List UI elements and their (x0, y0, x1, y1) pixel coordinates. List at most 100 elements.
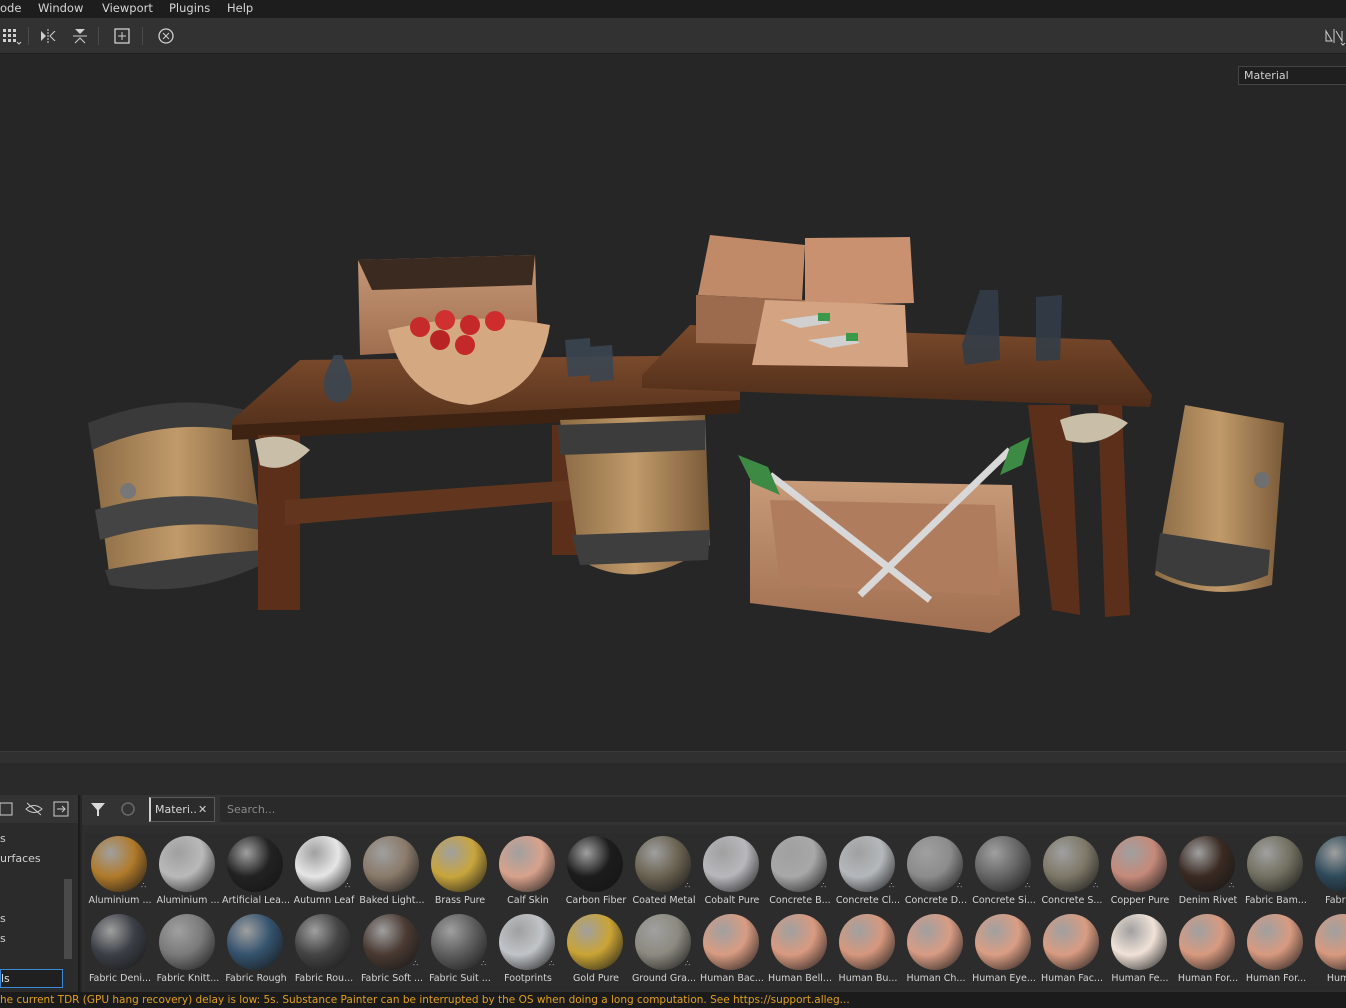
material-tile[interactable]: ∴ Coated Metal (630, 833, 698, 911)
material-label: Baked Light... (359, 895, 425, 906)
material-tile[interactable]: ∴ Concrete Si... (970, 833, 1038, 911)
filter-icon[interactable] (90, 801, 106, 821)
material-tile[interactable]: Human Bac... (698, 911, 766, 989)
barrel-right (1155, 405, 1284, 593)
material-tile[interactable]: ∴ Fabric Suit ... (426, 911, 494, 989)
material-tile[interactable]: Human (1310, 911, 1346, 989)
display-settings-button[interactable] (1322, 25, 1346, 47)
scene-render (88, 235, 1284, 633)
filter-chip[interactable]: Materi.. ✕ (149, 797, 215, 822)
material-tile[interactable]: Artificial Lea... (222, 833, 290, 911)
mirror-y-button[interactable] (68, 25, 92, 47)
menu-viewport[interactable]: Viewport (102, 1, 153, 15)
menu-help[interactable]: Help (227, 1, 253, 15)
material-label: Artificial Lea... (222, 895, 290, 906)
material-tile[interactable]: ∴ Fabric Soft ... (358, 911, 426, 989)
category-list: s urfaces s s (0, 829, 41, 949)
material-tile[interactable]: ∴ Ground Gra... (630, 911, 698, 989)
material-label: Human Fe... (1111, 973, 1169, 984)
material-tile[interactable]: Calf Skin (494, 833, 562, 911)
category-item[interactable]: s (0, 909, 41, 929)
reset-camera-button[interactable] (154, 25, 178, 47)
menu-plugins[interactable]: Plugins (169, 1, 210, 15)
material-preview-sphere (91, 914, 147, 970)
material-preview-sphere (1179, 914, 1235, 970)
grid-layout-button[interactable] (0, 25, 24, 47)
material-tile[interactable]: Human Bell... (766, 911, 834, 989)
material-tile[interactable]: Aluminium ... (154, 833, 222, 911)
shelf-toolbar: Materi.. ✕ Search... (82, 795, 1346, 825)
material-tile[interactable]: Gold Pure (562, 911, 630, 989)
procedural-icon: ∴ (413, 959, 419, 968)
material-preview-sphere (1247, 836, 1303, 892)
hide-icon[interactable] (24, 800, 44, 822)
material-tile[interactable]: Human Eye... (970, 911, 1038, 989)
material-preview-sphere (907, 914, 963, 970)
material-label: Fabric Deni... (88, 973, 152, 984)
material-preview-sphere (363, 836, 419, 892)
material-label: Concrete B... (769, 895, 831, 906)
material-tile[interactable]: Human Fe... (1106, 911, 1174, 989)
material-tile[interactable]: Fabric Deni... (86, 911, 154, 989)
category-item[interactable]: urfaces (0, 849, 41, 869)
material-tile[interactable]: Cobalt Pure (698, 833, 766, 911)
material-tile[interactable]: Brass Pure (426, 833, 494, 911)
material-tile[interactable]: Baked Light... (358, 833, 426, 911)
material-label: Gold Pure (573, 973, 619, 984)
material-preview-sphere (907, 836, 963, 892)
material-tile[interactable]: Fabric Knitt... (154, 911, 222, 989)
menu-mode[interactable]: ode (0, 1, 21, 15)
material-label: Concrete Si... (972, 895, 1036, 906)
category-item[interactable] (0, 889, 41, 909)
category-item[interactable]: s (0, 829, 41, 849)
material-tile[interactable]: Fabric Rough (222, 911, 290, 989)
3d-viewport[interactable]: Material (0, 55, 1346, 751)
material-tile[interactable]: ∴ Concrete B... (766, 833, 834, 911)
material-tile[interactable]: ∴ Concrete S... (1038, 833, 1106, 911)
left-scrollbar[interactable] (64, 879, 72, 959)
material-tile[interactable]: ∴ Aluminium ... (86, 833, 154, 911)
material-label: Fabric Suit ... (429, 973, 491, 984)
material-preview-sphere (635, 914, 691, 970)
material-tile[interactable]: Human Fac... (1038, 911, 1106, 989)
refresh-icon[interactable] (120, 801, 136, 821)
frame-selection-button[interactable] (110, 25, 134, 47)
selected-category[interactable]: ls (0, 969, 63, 988)
material-preview-sphere (227, 836, 283, 892)
material-preview-sphere (567, 914, 623, 970)
material-tile[interactable]: Copper Pure (1106, 833, 1174, 911)
category-item[interactable] (0, 869, 41, 889)
material-tile[interactable]: ∴ Footprints (494, 911, 562, 989)
material-label: Brass Pure (434, 895, 486, 906)
panel-divider[interactable] (0, 751, 1346, 763)
procedural-icon: ∴ (345, 881, 351, 890)
material-tile[interactable]: Human Ch... (902, 911, 970, 989)
category-item[interactable]: s (0, 929, 41, 949)
grid-icon (3, 29, 22, 45)
material-tile[interactable]: Fabric Rou... (290, 911, 358, 989)
material-label: Cobalt Pure (704, 895, 760, 906)
material-preview-sphere (227, 914, 283, 970)
material-label: Human Fac... (1041, 973, 1103, 984)
material-tile[interactable]: Human Bu... (834, 911, 902, 989)
mirror-x-button[interactable] (36, 25, 60, 47)
material-label: Concrete S... (1041, 895, 1103, 906)
material-tile[interactable]: Fabric Bam... (1242, 833, 1310, 911)
left-panel-toolbar (0, 795, 78, 823)
procedural-icon: ∴ (141, 881, 147, 890)
material-tile[interactable]: ∴ Concrete Cl... (834, 833, 902, 911)
material-tile[interactable]: ∴ Autumn Leaf (290, 833, 358, 911)
material-tile[interactable]: ∴ Concrete D... (902, 833, 970, 911)
export-icon[interactable] (52, 800, 72, 822)
material-preview-sphere (363, 914, 419, 970)
folder-icon[interactable] (0, 800, 14, 822)
menu-window[interactable]: Window (38, 1, 83, 15)
material-tile[interactable]: ∴ Denim Rivet (1174, 833, 1242, 911)
material-tile[interactable]: Carbon Fiber (562, 833, 630, 911)
material-tile[interactable]: Human For... (1242, 911, 1310, 989)
material-label: Fabric Rou... (294, 973, 354, 984)
close-icon[interactable]: ✕ (198, 798, 207, 821)
material-tile[interactable]: Human For... (1174, 911, 1242, 989)
material-tile[interactable]: Fabric B (1310, 833, 1346, 911)
search-input[interactable]: Search... (220, 797, 1346, 822)
